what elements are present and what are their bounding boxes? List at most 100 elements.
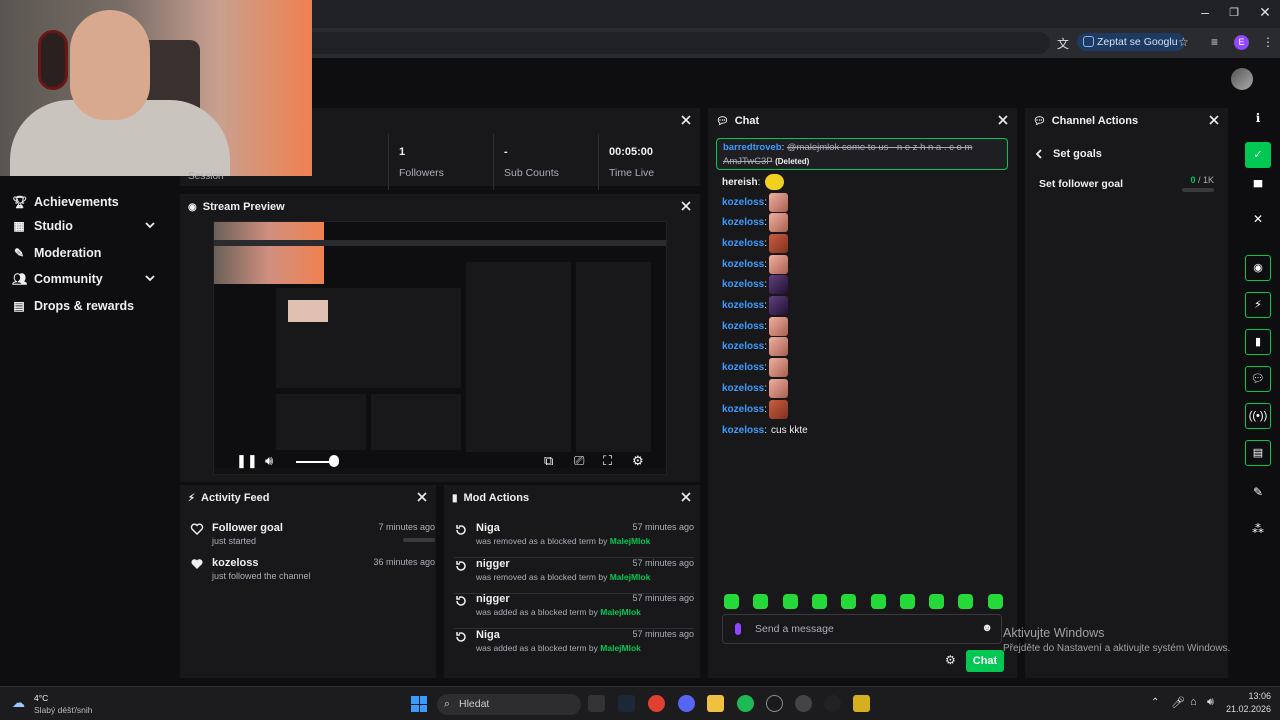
- chevron-down-icon[interactable]: [144, 272, 156, 284]
- chat-username[interactable]: kozeloss: [722, 404, 764, 415]
- chat-send-button[interactable]: Chat: [966, 650, 1004, 672]
- mod-username[interactable]: MalejMlok: [610, 572, 651, 582]
- chat-username[interactable]: kozeloss: [722, 259, 764, 270]
- close-icon[interactable]: [680, 200, 692, 212]
- chat-username[interactable]: barredtroveb: [723, 142, 782, 153]
- emote-picker-icon[interactable]: [724, 594, 739, 609]
- mic-tray-icon[interactable]: 🎤︎: [1171, 696, 1185, 709]
- steam-icon[interactable]: [618, 695, 635, 712]
- clip-icon[interactable]: ⎚: [574, 453, 584, 469]
- emote-picker-icon[interactable]: [811, 594, 827, 609]
- chat-username[interactable]: kozeloss: [722, 300, 764, 311]
- user-avatar[interactable]: [1231, 68, 1253, 90]
- chat-username[interactable]: kozeloss: [722, 362, 764, 373]
- document-rail-button[interactable]: ▮: [1245, 329, 1271, 355]
- spotify-icon[interactable]: [737, 695, 754, 712]
- layout-icon[interactable]: ▀: [1251, 180, 1265, 194]
- chat-username[interactable]: kozeloss: [722, 217, 764, 228]
- media-rail-button[interactable]: ▤: [1245, 440, 1271, 466]
- profile-avatar[interactable]: E: [1234, 35, 1249, 50]
- weather-icon[interactable]: ☁: [12, 695, 25, 711]
- mod-username[interactable]: MalejMlok: [610, 536, 651, 546]
- feed-time: 36 minutes ago: [373, 557, 435, 567]
- emote-picker-icon[interactable]: [841, 594, 857, 609]
- chat-username[interactable]: kozeloss: [722, 425, 764, 436]
- check-button[interactable]: ✓: [1245, 142, 1271, 168]
- ask-google-button[interactable]: Zeptat se Googlu: [1077, 33, 1185, 51]
- wrench-rail-icon[interactable]: ✎: [1251, 485, 1265, 499]
- close-window-icon[interactable]: ✕: [1255, 4, 1275, 21]
- chrome-icon[interactable]: [648, 695, 665, 712]
- pause-icon[interactable]: ❚❚: [236, 453, 258, 469]
- clock-time[interactable]: 13:06: [1229, 691, 1271, 701]
- emote-picker-icon[interactable]: [870, 594, 886, 609]
- close-icon[interactable]: [1208, 114, 1220, 126]
- clock-date[interactable]: 21.02.2026: [1222, 704, 1271, 714]
- mic-icon[interactable]: [735, 623, 741, 635]
- chat-username[interactable]: kozeloss: [722, 238, 764, 249]
- minimize-icon[interactable]: –: [1195, 4, 1215, 20]
- stream-video[interactable]: ❚❚ 🔊︎ ⧉ ⎚ ⛶ ⚙: [213, 221, 667, 475]
- settings-gear-icon[interactable]: ⚙: [632, 453, 644, 469]
- people-rail-icon[interactable]: ⁂: [1251, 522, 1265, 536]
- lightning-rail-button[interactable]: ⚡︎: [1245, 292, 1271, 318]
- url-field[interactable]: [300, 32, 1050, 54]
- discord-icon[interactable]: [678, 695, 695, 712]
- volume-handle[interactable]: [329, 455, 339, 467]
- sidebar-item-drops[interactable]: ▤ Drops & rewards: [12, 296, 162, 316]
- windows-start-icon[interactable]: [411, 696, 427, 712]
- chat-username[interactable]: kozeloss: [722, 383, 764, 394]
- pip-icon[interactable]: ⧉: [544, 453, 553, 469]
- media-icon[interactable]: ≡: [1211, 35, 1218, 49]
- app2-icon[interactable]: [824, 695, 841, 712]
- maximize-icon[interactable]: ❐: [1224, 6, 1244, 19]
- chevron-down-icon[interactable]: [144, 219, 156, 231]
- mod-username[interactable]: MalejMlok: [600, 607, 641, 617]
- camera-rail-button[interactable]: ◉: [1245, 255, 1271, 281]
- network-icon[interactable]: ⌂: [1190, 696, 1197, 708]
- menu-dots-icon[interactable]: ⋮: [1262, 35, 1274, 49]
- volume-icon[interactable]: 🔊︎: [265, 453, 273, 469]
- fullscreen-icon[interactable]: ⛶: [603, 453, 612, 469]
- app-icon[interactable]: [766, 695, 783, 712]
- bookmark-star-icon[interactable]: ☆: [1178, 35, 1189, 49]
- folder-icon[interactable]: [707, 695, 724, 712]
- chat-settings-gear-icon[interactable]: ⚙: [945, 653, 956, 667]
- close-icon[interactable]: [416, 491, 428, 503]
- chat-rail-button[interactable]: 💬︎: [1245, 366, 1271, 392]
- close-icon[interactable]: [680, 491, 692, 503]
- sidebar-item-achievements[interactable]: 🏆︎ Achievements: [12, 192, 162, 212]
- emote-picker-icon[interactable]: [958, 594, 974, 609]
- obs-icon[interactable]: [795, 695, 812, 712]
- chat-username[interactable]: kozeloss: [722, 197, 764, 208]
- sidebar-item-moderation[interactable]: ✎ Moderation: [12, 243, 162, 263]
- app3-icon[interactable]: [853, 695, 870, 712]
- close-icon[interactable]: [997, 114, 1009, 126]
- taskbar-search[interactable]: ⌕ Hledat: [437, 694, 581, 715]
- back-set-goals[interactable]: Set goals: [1033, 148, 1102, 160]
- emoji-icon[interactable]: ☻: [981, 622, 993, 634]
- info-icon[interactable]: ℹ: [1251, 111, 1265, 125]
- sidebar-item-community[interactable]: 👥︎ Community: [12, 269, 162, 289]
- chat-username[interactable]: kozeloss: [722, 321, 764, 332]
- emote-picker-icon[interactable]: [782, 594, 798, 609]
- broadcast-rail-button[interactable]: ((•)): [1245, 403, 1271, 429]
- speaker-icon[interactable]: 🔊︎: [1207, 696, 1214, 709]
- chat-username[interactable]: kozeloss: [722, 279, 764, 290]
- chat-username[interactable]: hereish: [722, 177, 758, 188]
- emote-picker-icon[interactable]: [753, 594, 769, 609]
- close-rail-icon[interactable]: ✕: [1251, 212, 1265, 226]
- close-icon[interactable]: [680, 114, 692, 126]
- chat-username[interactable]: kozeloss: [722, 341, 764, 352]
- translate-icon[interactable]: 文: [1057, 35, 1069, 52]
- sidebar-item-studio[interactable]: ▦ Studio: [12, 216, 162, 236]
- follower-goal-label[interactable]: Set follower goal: [1039, 178, 1123, 190]
- volume-slider[interactable]: [296, 461, 332, 463]
- emote-picker-icon[interactable]: [929, 594, 945, 609]
- mod-username[interactable]: MalejMlok: [600, 643, 641, 653]
- emote-picker-icon[interactable]: [987, 594, 1003, 609]
- chat-input[interactable]: Send a message ☻: [722, 614, 1002, 644]
- emote-picker-icon[interactable]: [899, 594, 915, 609]
- taskview-icon[interactable]: [588, 695, 605, 712]
- tray-chevron-icon[interactable]: ⌃: [1151, 697, 1159, 708]
